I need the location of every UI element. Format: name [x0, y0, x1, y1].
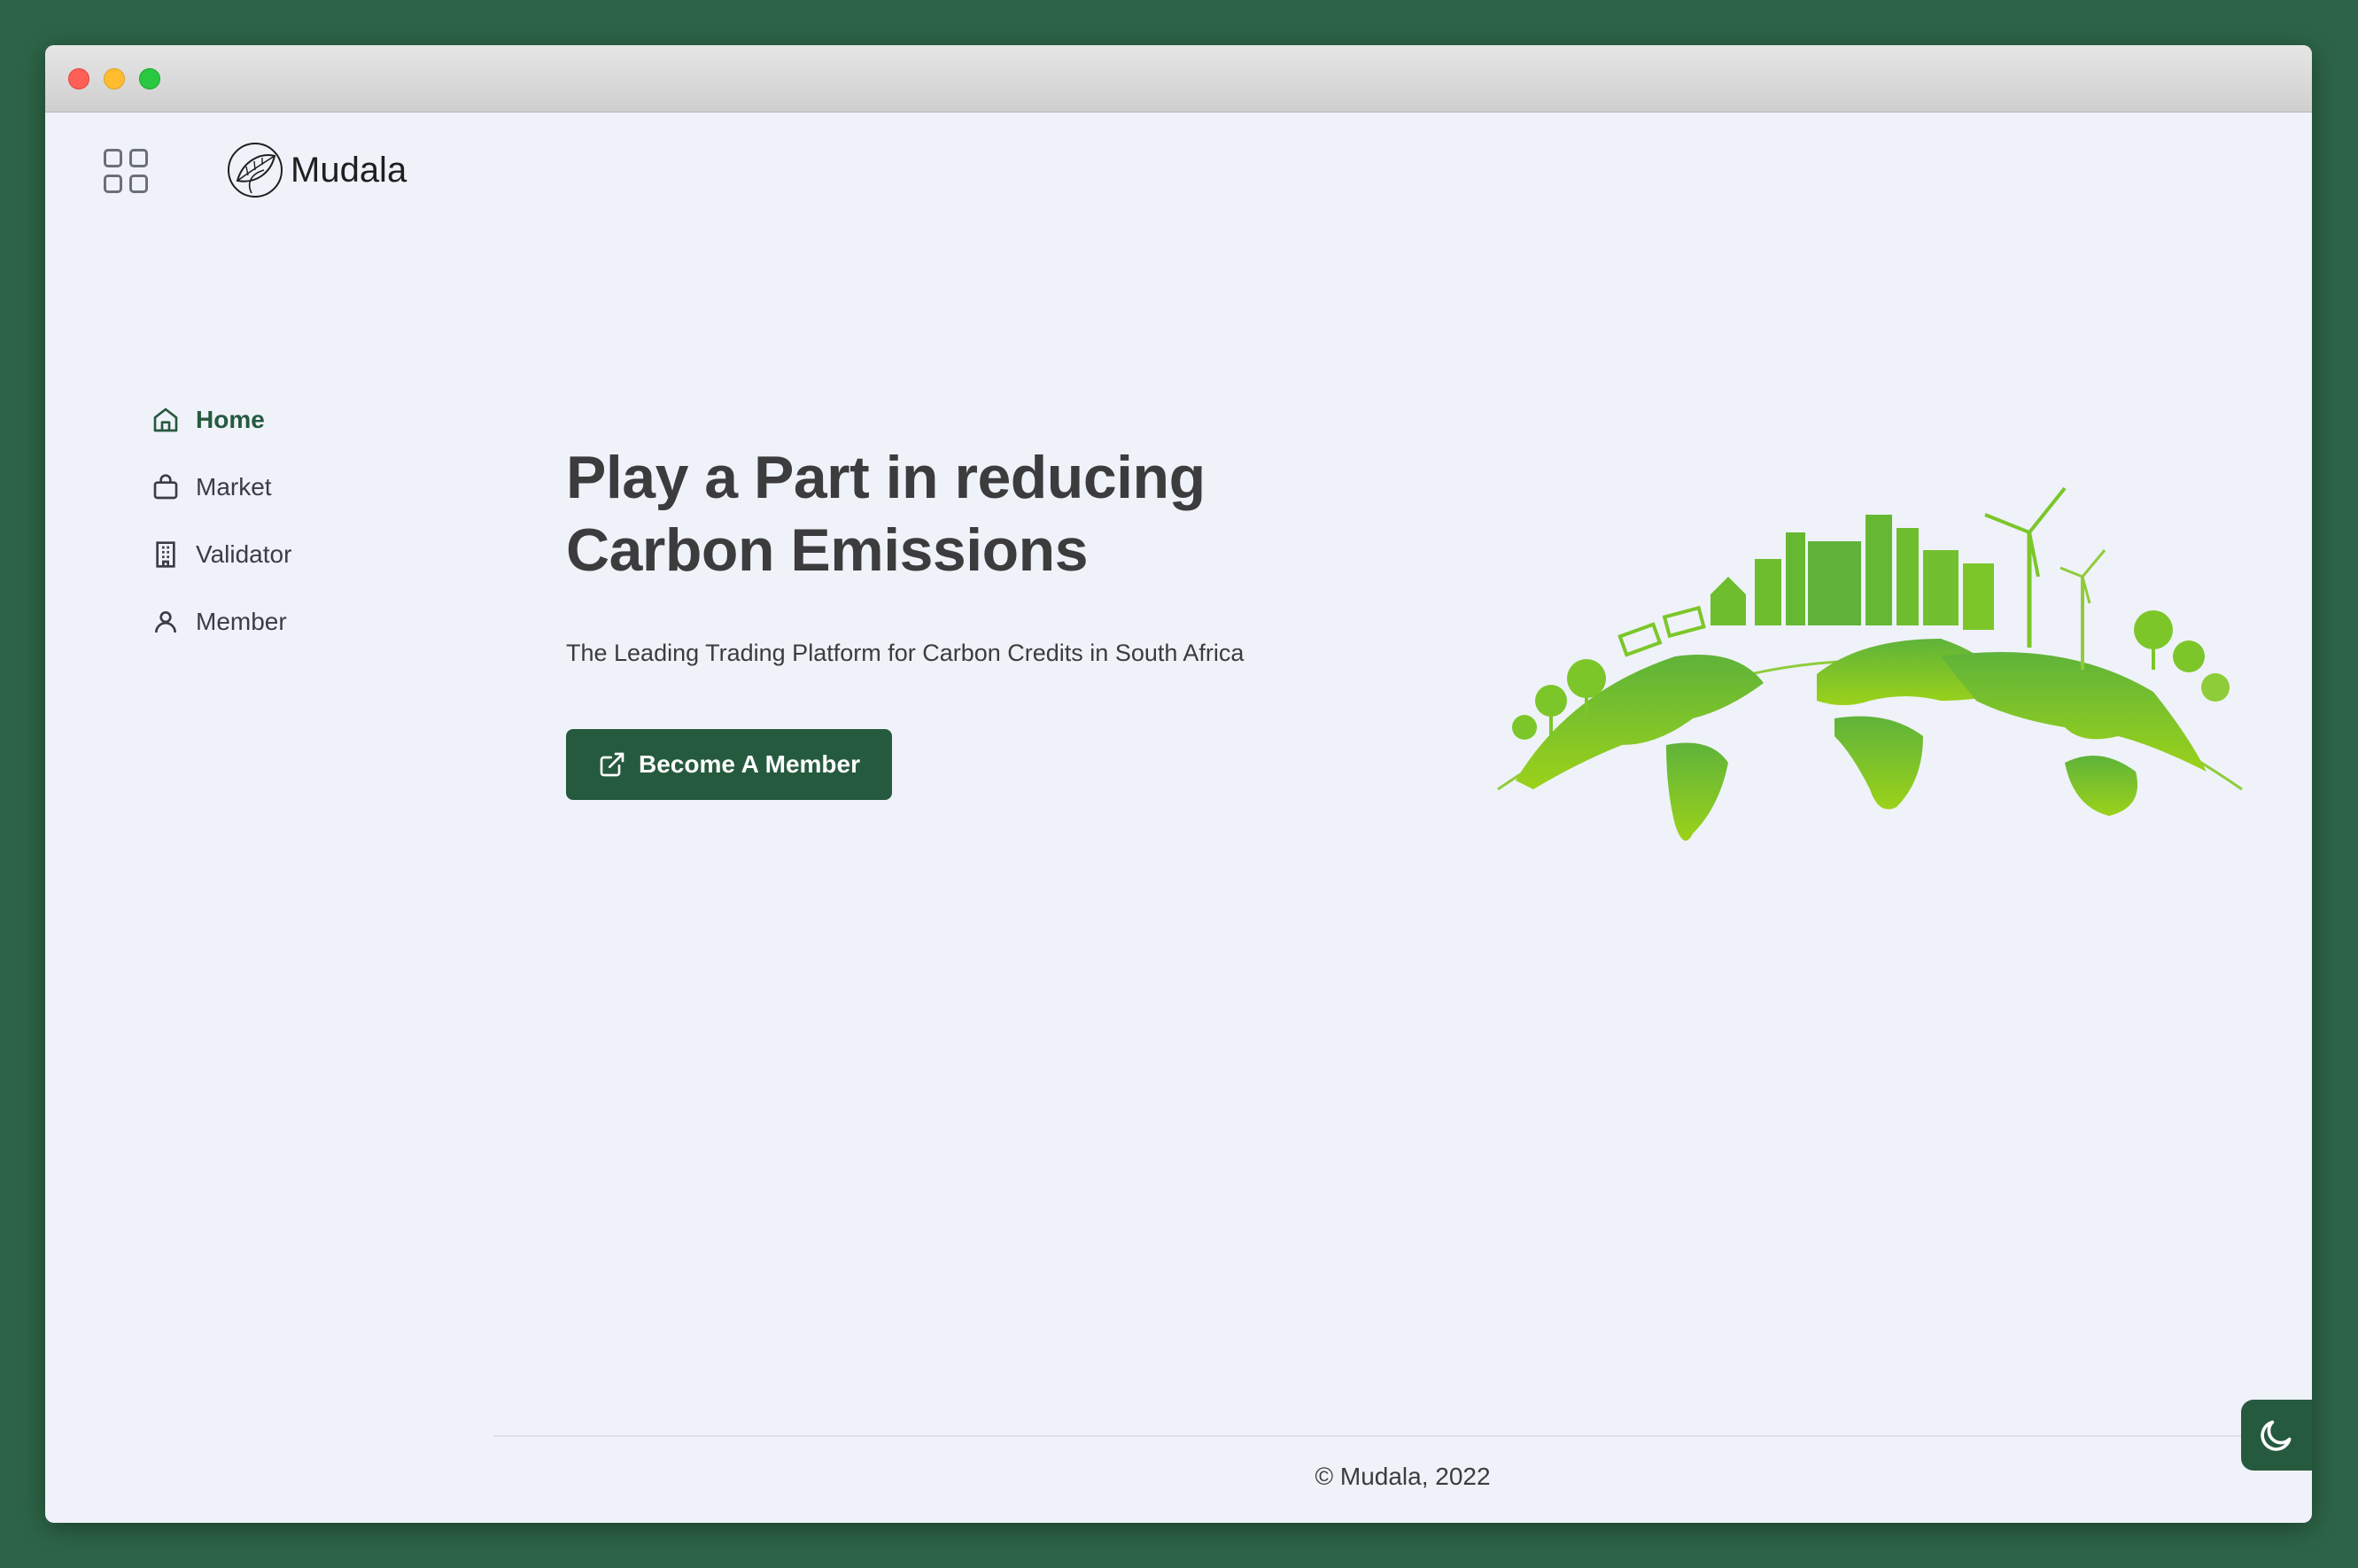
sidebar-item-label: Validator — [196, 540, 292, 568]
external-link-icon — [600, 752, 624, 777]
footer-copyright: © Mudala, 2022 — [1315, 1463, 1491, 1490]
sidebar-item-label: Market — [196, 473, 272, 501]
browser-window: Mudala Home Market Validator Member Play… — [45, 45, 2312, 1523]
sidebar-item-market[interactable]: Market — [151, 454, 291, 521]
dark-mode-toggle[interactable] — [2241, 1400, 2312, 1471]
building-icon — [156, 541, 175, 568]
brand-logo[interactable]: Mudala — [225, 140, 407, 200]
become-member-label: Become A Member — [639, 750, 861, 778]
hero-section: Play a Part in reducing Carbon Emissions… — [566, 441, 1363, 800]
green-earth-city-illustration — [1497, 486, 2243, 841]
sidebar-item-home[interactable]: Home — [151, 386, 291, 454]
sidebar-item-label: Home — [196, 406, 265, 433]
window-titlebar — [45, 45, 2312, 113]
hero-title: Play a Part in reducing Carbon Emissions — [566, 441, 1363, 586]
home-icon — [153, 408, 178, 432]
leaf-logo-icon — [228, 143, 283, 198]
maximize-window-button[interactable] — [139, 68, 160, 89]
footer-divider — [493, 1435, 2312, 1437]
sidebar-item-validator[interactable]: Validator — [151, 521, 291, 588]
hero-subtitle: The Leading Trading Platform for Carbon … — [566, 640, 1245, 666]
close-window-button[interactable] — [68, 68, 89, 89]
user-icon — [155, 611, 176, 633]
hero-title-line2: Carbon Emissions — [566, 516, 1089, 584]
shopping-bag-icon — [153, 474, 178, 500]
become-member-button[interactable]: Become A Member — [566, 729, 893, 800]
apps-grid-icon[interactable] — [104, 149, 148, 193]
hero-title-line1: Play a Part in reducing — [566, 444, 1206, 511]
sidebar-nav: Home Market Validator Member — [151, 386, 291, 656]
sidebar-item-label: Member — [196, 608, 287, 635]
brand-name: Mudala — [291, 150, 407, 190]
sidebar-item-member[interactable]: Member — [151, 588, 291, 656]
minimize-window-button[interactable] — [104, 68, 125, 89]
moon-icon — [2261, 1420, 2292, 1451]
